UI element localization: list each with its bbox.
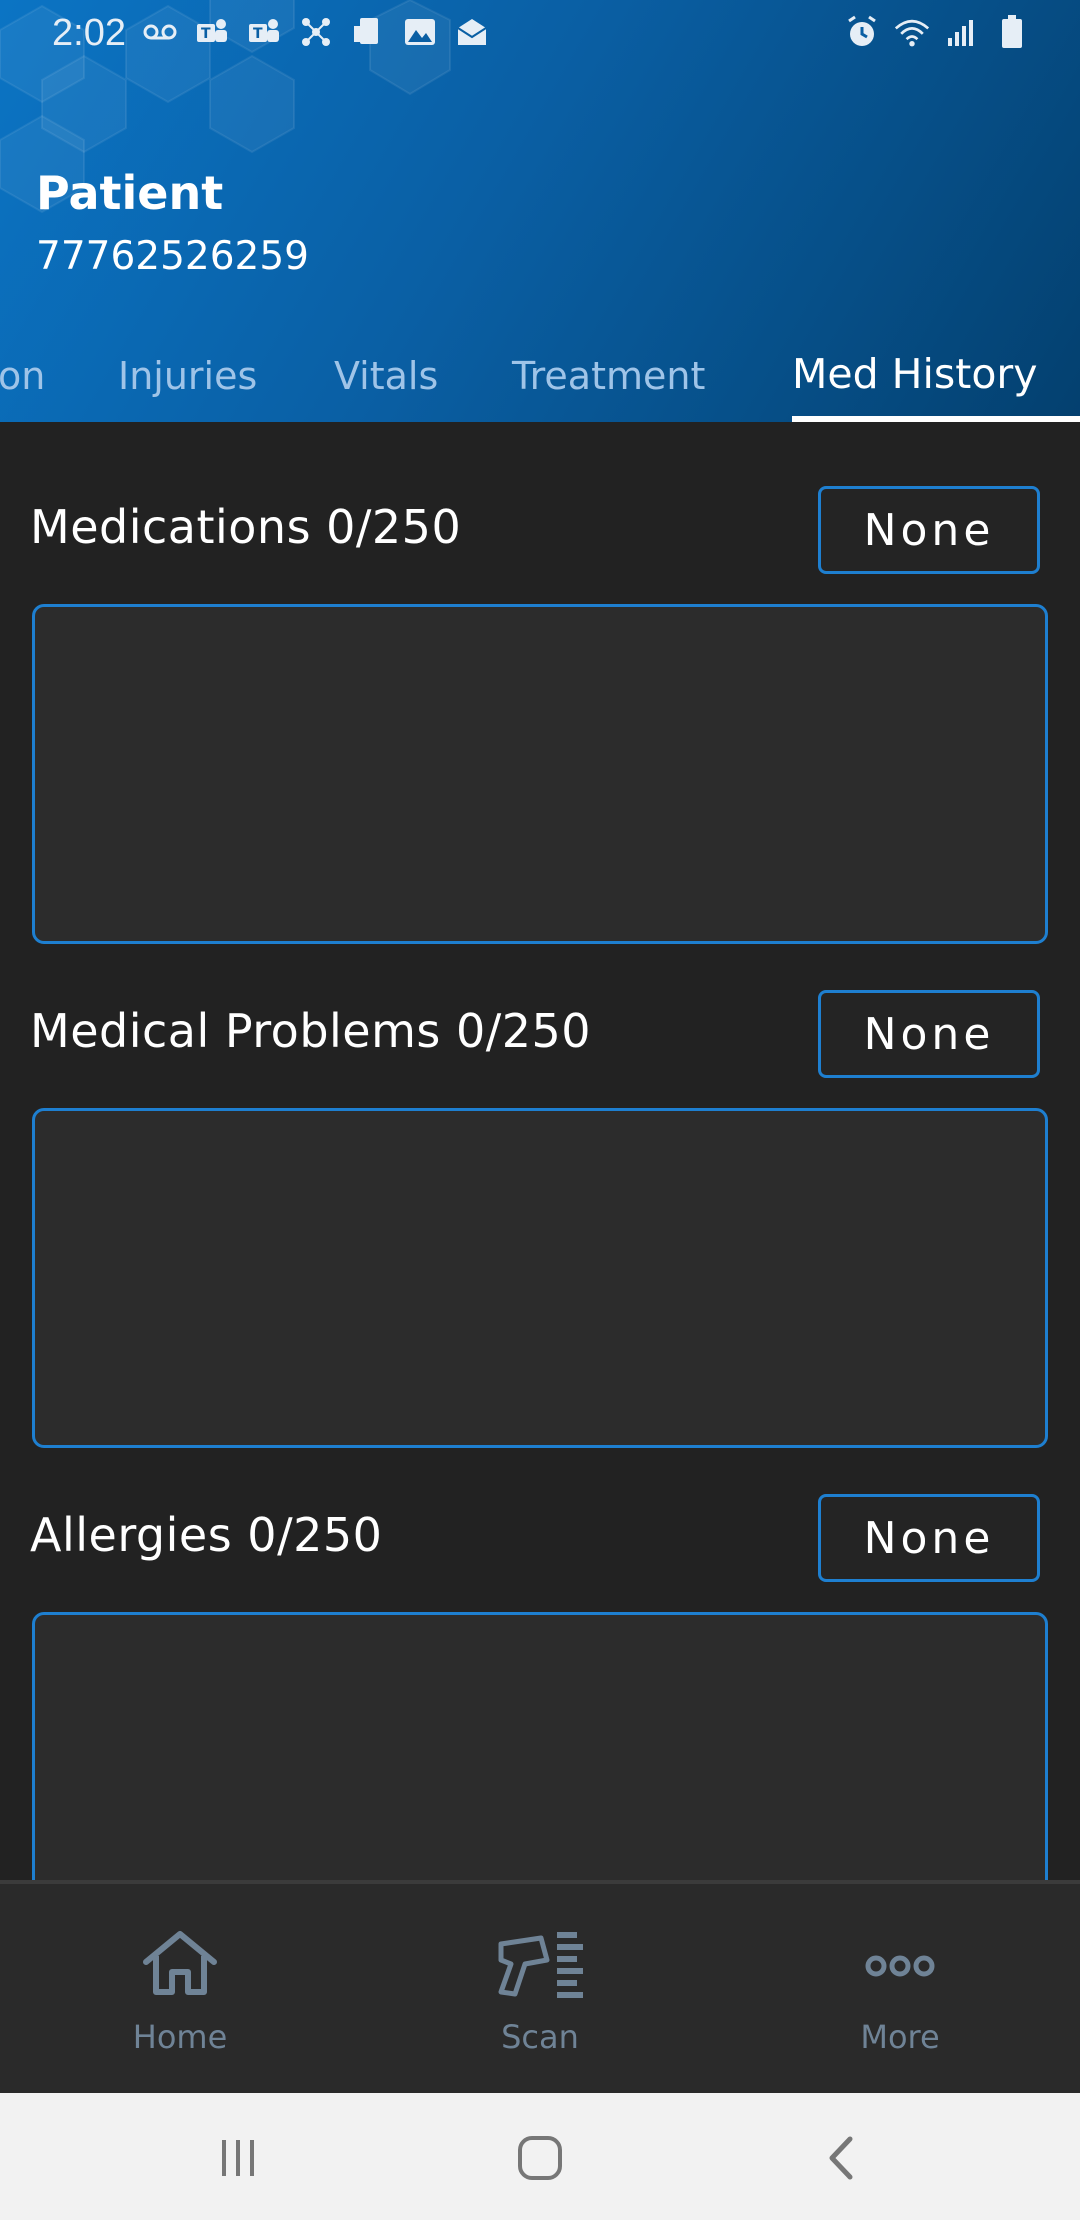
nav-scan-label: Scan [501, 2018, 579, 2056]
more-icon [865, 1955, 935, 1977]
nav-home-label: Home [132, 2018, 228, 2056]
medical-problems-none-button[interactable]: None [818, 990, 1040, 1078]
nav-more-label: More [860, 2018, 940, 2056]
home-icon [143, 1931, 217, 1995]
nav-more[interactable]: More [720, 1884, 1080, 2097]
alarm-icon [844, 14, 880, 50]
scanner-icon [498, 1932, 583, 1998]
wifi-icon [894, 14, 930, 50]
svg-text:T: T [253, 26, 263, 42]
medications-none-button[interactable]: None [818, 486, 1040, 574]
voicemail-icon [142, 14, 178, 50]
page-title: Patient [36, 166, 224, 220]
teams-icon: T [246, 14, 282, 50]
signal-icon [944, 14, 980, 50]
tab-bar: on Injuries Vitals Treatment Med History [0, 350, 1080, 422]
tab-med-history[interactable]: Med History [792, 350, 1038, 398]
device-icon [350, 14, 386, 50]
home-circle-icon[interactable] [500, 2123, 580, 2193]
allergies-label: Allergies 0/250 [30, 1508, 383, 1562]
bottom-nav: Home Scan More [0, 1880, 1080, 2097]
tab-injuries[interactable]: Injuries [118, 354, 257, 398]
mail-icon [454, 14, 490, 50]
connection-icon [298, 14, 334, 50]
allergies-none-button[interactable]: None [818, 1494, 1040, 1582]
medications-input[interactable] [32, 604, 1048, 944]
active-tab-indicator [792, 416, 1080, 422]
battery-icon [994, 14, 1030, 50]
teams-icon: T [194, 14, 230, 50]
tab-treatment[interactable]: Treatment [512, 354, 705, 398]
tab-vitals[interactable]: Vitals [334, 354, 438, 398]
system-nav-bar [0, 2093, 1080, 2220]
back-icon[interactable] [802, 2123, 882, 2193]
app-header: 2:02 T T Patient 77762526259 on Injuries… [0, 0, 1080, 422]
svg-text:T: T [201, 26, 211, 42]
status-time: 2:02 [52, 12, 126, 54]
image-icon [402, 14, 438, 50]
medications-label: Medications 0/250 [30, 500, 462, 554]
patient-id: 77762526259 [36, 234, 309, 279]
tab-partial[interactable]: on [0, 354, 45, 398]
medical-problems-label: Medical Problems 0/250 [30, 1004, 592, 1058]
status-bar: 2:02 T T [0, 0, 1080, 64]
nav-home[interactable]: Home [0, 1884, 360, 2097]
nav-scan[interactable]: Scan [360, 1884, 720, 2097]
medical-problems-input[interactable] [32, 1108, 1048, 1448]
recents-icon[interactable] [198, 2123, 278, 2193]
